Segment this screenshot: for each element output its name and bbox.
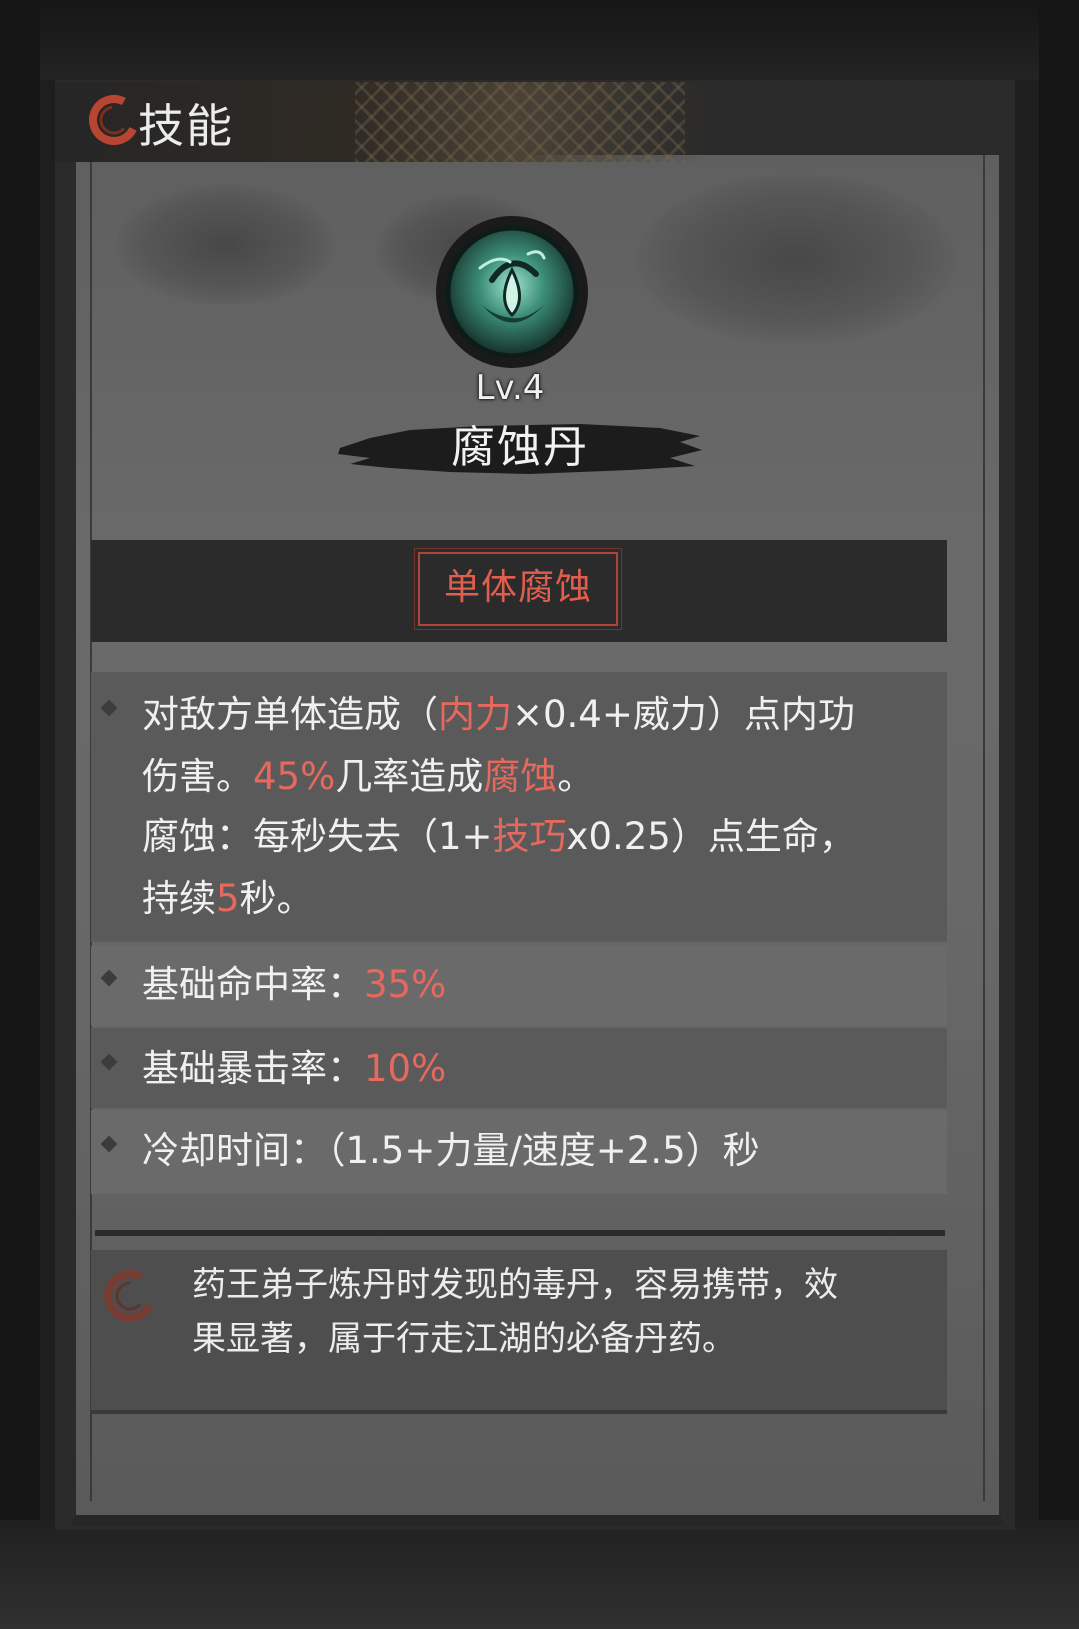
effect-line-1: 对敌方单体造成（内力×0.4+威力）点内功 — [142, 693, 855, 736]
ink-blot-decoration — [116, 185, 336, 305]
right-backdrop — [1039, 0, 1079, 1629]
effect-line-4: 持续5秒。 — [142, 877, 314, 920]
lore-line-1: 药王弟子炼丹时发现的毒丹，容易携带，效 — [192, 1265, 838, 1305]
crit-rate-stat: 基础暴击率：10% — [142, 1047, 447, 1090]
crescent-logo-icon — [104, 1270, 156, 1322]
lore-text: 药王弟子炼丹时发现的毒丹，容易携带，效 果显著，属于行走江湖的必备丹药。 — [192, 1258, 932, 1366]
skill-level: Lv.4 — [475, 368, 545, 408]
cooldown-stat: 冷却时间：（1.5+力量/速度+2.5）秒 — [142, 1129, 760, 1172]
corrosion-pill-icon[interactable] — [432, 210, 592, 370]
hit-rate-stat: 基础命中率：35% — [142, 963, 447, 1006]
header-pattern-decoration — [355, 82, 685, 162]
skill-tag: 单体腐蚀 — [443, 567, 592, 608]
top-backdrop — [0, 0, 1079, 80]
lore-line-2: 果显著，属于行走江湖的必备丹药。 — [192, 1319, 736, 1359]
crescent-logo-icon — [89, 95, 139, 145]
effect-line-3: 腐蚀：每秒失去（1+技巧x0.25）点生命， — [142, 815, 856, 858]
section-divider — [95, 1230, 945, 1236]
skill-name: 腐蚀丹 — [451, 422, 589, 473]
left-backdrop — [0, 0, 40, 1629]
bottom-backdrop — [0, 1520, 1079, 1629]
panel-title: 技能 — [138, 99, 234, 153]
ink-blot-decoration — [636, 175, 956, 345]
effect-line-2: 伤害。45%几率造成腐蚀。 — [142, 755, 595, 798]
